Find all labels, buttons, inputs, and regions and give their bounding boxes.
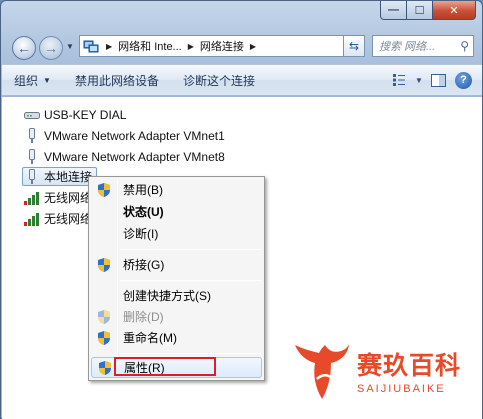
connection-name: 无线网络 [44,212,93,226]
list-item-vmnet8[interactable]: VMware Network Adapter VMnet8 [23,147,225,166]
menu-item-disable[interactable]: 禁用(B) [91,179,262,200]
network-adapter-icon [23,148,41,165]
shield-icon [91,330,117,346]
whale-tail-logo-icon [295,343,349,399]
shield-icon [91,309,117,325]
menu-item-label: 创建快捷方式(S) [123,289,211,303]
back-button[interactable]: ← [12,36,36,60]
watermark-en: SAIJIUBAIKE [357,382,446,395]
view-options-icon[interactable] [387,74,413,86]
connection-name: VMware Network Adapter VMnet8 [44,149,225,164]
search-placeholder: 搜索 网络... [379,41,436,53]
connection-name: VMware Network Adapter VMnet1 [44,128,225,143]
disable-device-button[interactable]: 禁用此网络设备 [63,72,171,89]
list-item-vmnet1[interactable]: VMware Network Adapter VMnet1 [23,126,225,145]
menu-item-bridge[interactable]: 桥接(G) [91,254,262,275]
menu-item-label: 重命名(M) [123,331,177,345]
arrow-right-icon: → [44,40,58,56]
list-item-wireless-2[interactable]: 无线网络 [23,209,92,228]
breadcrumb-separator[interactable]: ▶ [102,42,116,51]
breadcrumb-separator[interactable]: ▶ [246,42,260,51]
wireless-signal-icon [23,191,41,205]
wireless-signal-icon [23,212,41,226]
menu-item-create-shortcut[interactable]: 创建快捷方式(S) [91,285,262,306]
organize-menu-button[interactable]: 组织 ▼ [2,72,63,89]
arrow-left-icon: ← [17,40,31,56]
diagnose-connection-button[interactable]: 诊断这个连接 [171,72,267,89]
menu-item-label: 桥接(G) [123,258,165,272]
menu-item-delete: 删除(D) [91,306,262,327]
connection-name: USB-KEY DIAL [44,107,127,122]
organize-label: 组织 [14,73,39,88]
caption-buttons: — ☐ ✕ [380,1,476,21]
menu-separator [120,249,261,250]
watermark-cn: 赛玖百科 [357,350,462,380]
menu-item-rename[interactable]: 重命名(M) [91,327,262,348]
recent-pages-dropdown[interactable]: ▼ [66,42,74,51]
list-item-local-connection[interactable]: 本地连接 [22,167,98,186]
network-adapter-icon [23,168,41,185]
forward-button[interactable]: → [39,36,63,60]
network-folder-icon [80,36,102,56]
menu-item-label: 删除(D) [123,310,164,324]
address-bar[interactable]: ▶ 网络和 Inte... ▶ 网络连接 ▶ ▼ [79,35,363,57]
modem-icon [23,110,41,120]
maximize-button[interactable]: ☐ [407,1,433,20]
breadcrumb-network-internet[interactable]: 网络和 Inte... [116,38,184,54]
watermark: 赛玖百科 SAIJIUBAIKE [293,339,461,401]
menu-item-label: 禁用(B) [123,183,163,197]
minimize-button[interactable]: — [380,1,407,20]
shield-icon [91,182,117,198]
close-button[interactable]: ✕ [433,1,476,20]
shield-icon [91,257,117,273]
refresh-icon: ⇆ [348,39,360,53]
menu-item-label: 诊断(I) [123,227,159,241]
help-icon[interactable]: ? [455,71,472,89]
chevron-down-icon: ▼ [43,75,51,85]
menu-item-status[interactable]: 状态(U) [91,201,262,222]
connection-name: 本地连接 [44,170,93,184]
search-box[interactable]: 搜索 网络... ⚲ [372,35,474,57]
list-item-usb-key-dial[interactable]: USB-KEY DIAL [23,105,126,124]
command-bar: 组织 ▼ 禁用此网络设备 诊断这个连接 ▼ ? [2,64,482,96]
connection-name: 无线网络 [44,191,93,205]
highlight-annotation-box [114,357,216,376]
breadcrumb-network-connections[interactable]: 网络连接 [198,38,246,54]
refresh-button[interactable]: ⇆ [343,35,365,57]
breadcrumb-separator[interactable]: ▶ [184,42,198,51]
preview-pane-icon[interactable] [425,73,451,87]
menu-item-diagnose[interactable]: 诊断(I) [91,223,262,244]
explorer-window: — ☐ ✕ ← → ▼ ▶ 网络和 Inte... ▶ 网络连接 ▶ ▼ ⇆ 搜… [0,0,483,419]
list-item-wireless-1[interactable]: 无线网络 [23,188,92,207]
menu-separator [120,280,261,281]
menu-item-label: 状态(U) [123,205,164,219]
network-adapter-icon [23,127,41,144]
context-menu: 禁用(B) 状态(U) 诊断(I) 桥接(G) 创建快捷方式(S) 删除(D) [88,176,265,381]
view-options-dropdown[interactable]: ▼ [413,76,425,85]
search-icon[interactable]: ⚲ [460,39,469,53]
menu-separator [120,353,261,354]
